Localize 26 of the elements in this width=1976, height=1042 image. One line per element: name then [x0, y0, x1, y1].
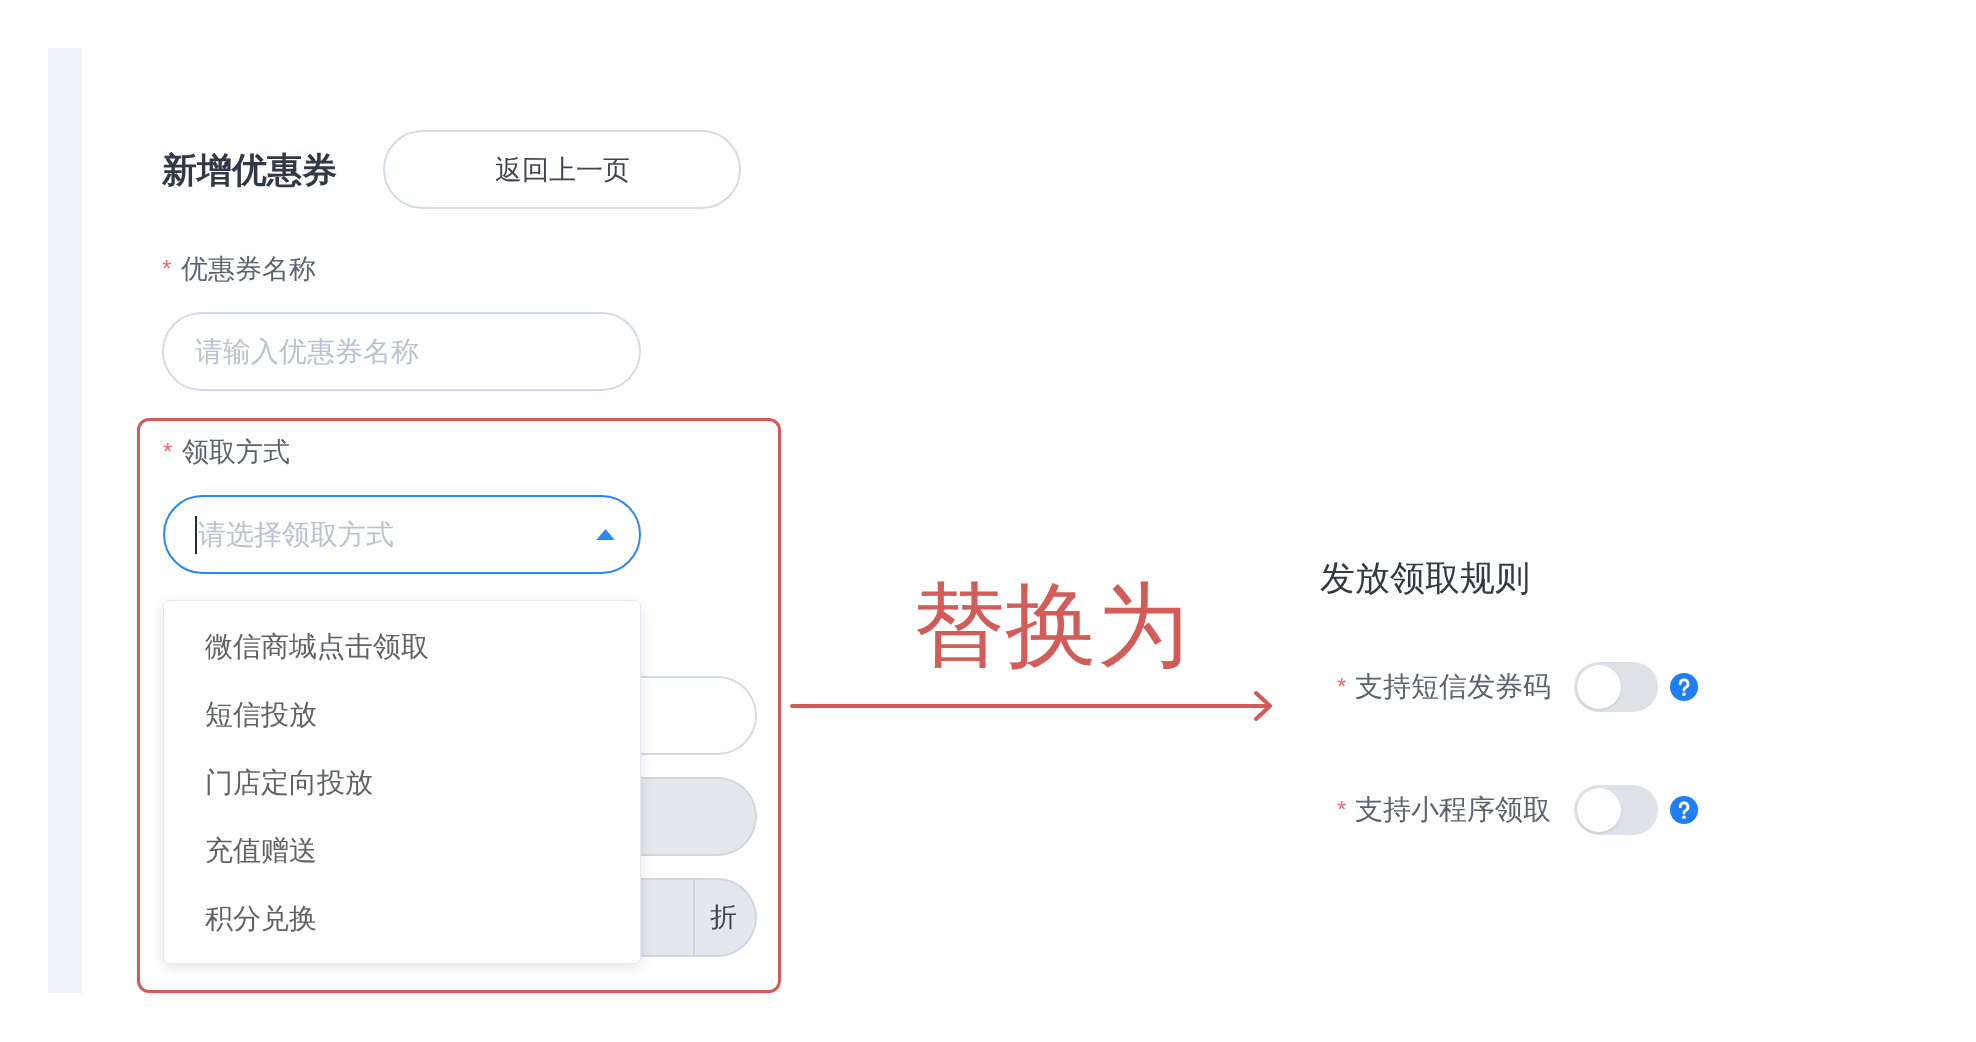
required-mark: *: [163, 440, 173, 464]
help-icon[interactable]: [1670, 673, 1699, 701]
dropdown-option[interactable]: 微信商城点击领取: [164, 613, 640, 681]
text-cursor-icon: [195, 515, 197, 554]
setting-label: 支持短信发券码: [1355, 672, 1552, 702]
setting-label: 支持小程序领取: [1355, 795, 1552, 825]
section-title: 发放领取规则: [1320, 557, 1531, 599]
dropdown-option[interactable]: 积分兑换: [164, 885, 640, 953]
required-mark: *: [1337, 675, 1347, 699]
field-label: 优惠券名称: [181, 254, 317, 284]
dropdown-option[interactable]: 短信投放: [164, 681, 640, 749]
annotation-text: 替换为: [912, 573, 1190, 678]
toggle-switch[interactable]: [1574, 785, 1659, 835]
required-mark: *: [162, 257, 172, 281]
dropdown-option[interactable]: 门店定向投放: [164, 749, 640, 817]
unit-label: 折: [693, 880, 755, 955]
dropdown-option[interactable]: 充值赠送: [164, 817, 640, 885]
input-field[interactable]: [641, 676, 757, 755]
back-button[interactable]: 返回上一页: [383, 130, 741, 209]
required-mark: *: [1337, 798, 1347, 822]
input-field[interactable]: 请输入优惠券名称: [162, 312, 641, 391]
help-icon[interactable]: [1670, 796, 1699, 824]
field-label: 领取方式: [182, 437, 291, 467]
toggle-switch[interactable]: [1574, 662, 1659, 712]
page-title: 新增优惠券: [162, 149, 337, 190]
caret-icon: [596, 529, 615, 540]
